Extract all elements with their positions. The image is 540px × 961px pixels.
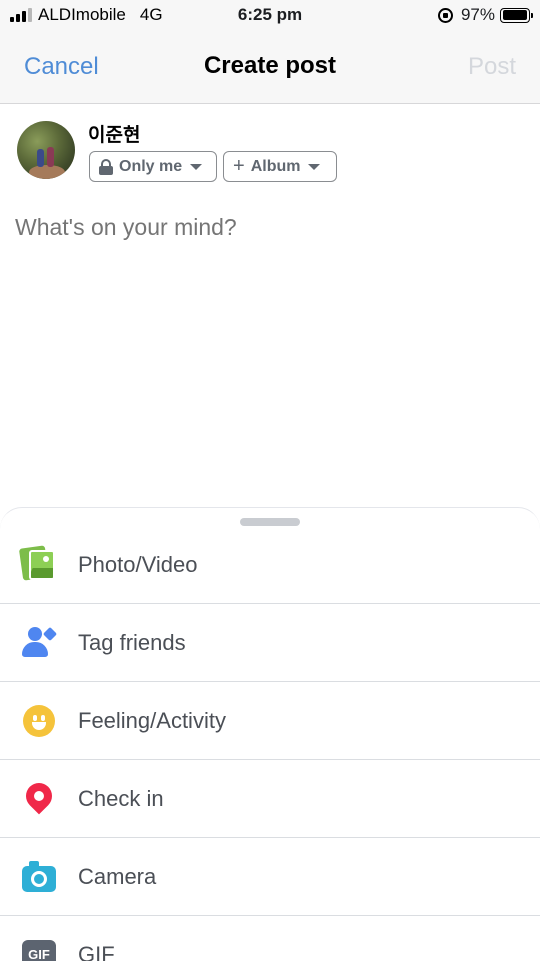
avatar[interactable] [17,121,75,179]
option-tag-friends[interactable]: Tag friends [0,604,540,682]
option-label: GIF [78,941,115,961]
post-button[interactable]: Post [468,53,516,81]
sheet-grabber[interactable] [240,518,300,526]
post-text-input[interactable] [15,214,515,241]
option-gif[interactable]: GIF GIF [0,916,540,961]
lock-icon [99,158,113,175]
photo-video-icon [18,544,59,585]
user-name: 이준현 [88,125,141,146]
rotation-lock-icon [437,7,453,23]
option-feeling-activity[interactable]: Feeling/Activity [0,682,540,760]
option-label: Feeling/Activity [78,707,226,733]
tag-friends-icon [19,623,59,663]
camera-icon [19,857,59,897]
privacy-label: Only me [119,157,183,175]
page-title: Create post [203,52,337,79]
gif-icon: GIF [19,935,59,961]
status-right: 97% [437,5,533,25]
option-label: Tag friends [78,629,186,655]
battery-percent: 97% [460,5,495,24]
battery-icon [500,7,533,23]
privacy-selector[interactable]: Only me [89,151,217,182]
status-bar: ALDImobile 4G 6:25 pm 97% [0,0,540,32]
caret-down-icon [190,163,203,170]
caret-down-icon [308,163,321,170]
option-label: Check in [78,785,164,811]
album-selector[interactable]: + Album [223,151,337,182]
post-options-sheet: Photo/Video Tag friends Feeling/Activity… [0,507,540,961]
plus-icon: + [233,154,245,177]
location-pin-icon [19,777,59,819]
option-check-in[interactable]: Check in [0,760,540,838]
album-label: Album [250,157,301,175]
option-label: Camera [78,863,157,889]
option-label: Photo/Video [78,551,198,577]
option-photo-video[interactable]: Photo/Video [0,526,540,604]
option-camera[interactable]: Camera [0,838,540,916]
smiley-icon [19,701,59,741]
nav-bar: Cancel Create post Post [0,32,540,104]
